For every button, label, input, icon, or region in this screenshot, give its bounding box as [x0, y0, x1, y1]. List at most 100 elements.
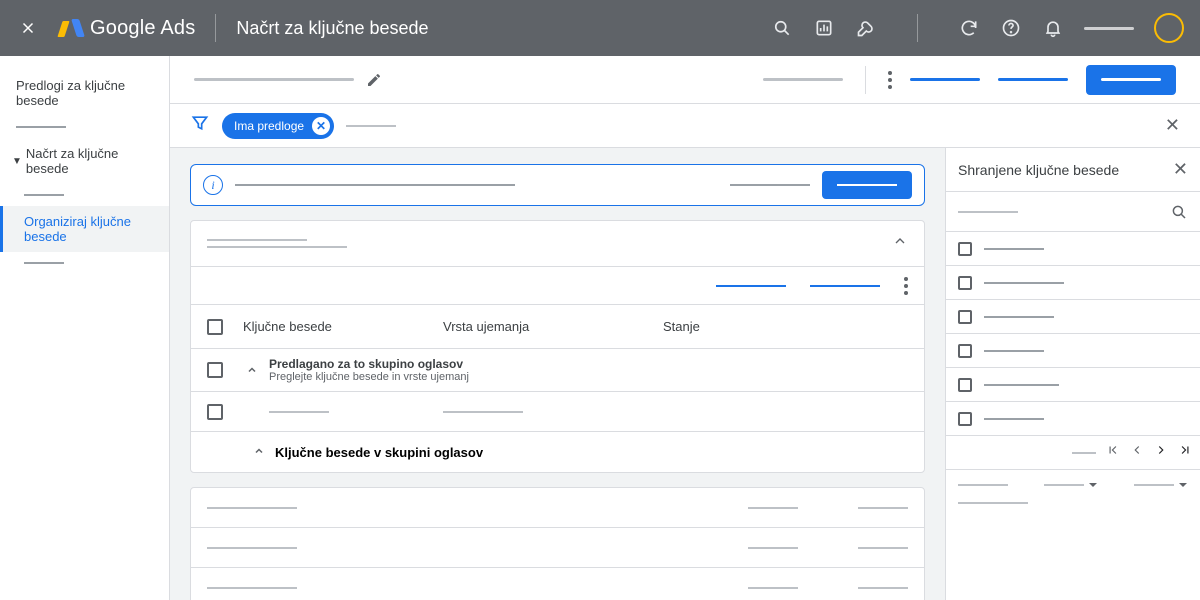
card-link[interactable]	[716, 285, 786, 287]
list-item[interactable]	[946, 334, 1200, 368]
main-area: Ima predloge ✕ ✕ i	[170, 56, 1200, 600]
checkbox[interactable]	[207, 404, 223, 420]
card-link[interactable]	[810, 285, 880, 287]
filter-chip-has-suggestions[interactable]: Ima predloge ✕	[222, 113, 334, 139]
refresh-icon[interactable]	[958, 17, 980, 39]
panel-footer	[946, 470, 1200, 514]
primary-action-button[interactable]	[1086, 65, 1176, 95]
brand-logo: Google Ads	[60, 17, 195, 40]
column-state[interactable]: Stanje	[663, 319, 908, 334]
work-area: i K	[170, 148, 945, 600]
info-banner: i	[190, 164, 925, 206]
chip-remove-icon[interactable]: ✕	[312, 117, 330, 135]
chevron-up-icon[interactable]	[253, 445, 265, 460]
dropdown[interactable]	[1044, 480, 1098, 490]
close-panel-icon[interactable]: ✕	[1173, 159, 1188, 180]
sidebar-group-plan[interactable]: ▼ Načrt za ključne besede	[0, 138, 169, 184]
account-label[interactable]	[1084, 27, 1134, 30]
notifications-icon[interactable]	[1042, 17, 1064, 39]
checkbox[interactable]	[958, 242, 972, 256]
more-menu-icon[interactable]	[904, 277, 908, 295]
card-header[interactable]	[191, 221, 924, 267]
reports-icon[interactable]	[813, 17, 835, 39]
checkbox[interactable]	[958, 310, 972, 324]
banner-text	[730, 184, 810, 186]
panel-title: Shranjene ključne besede	[958, 162, 1119, 178]
brand-text: Google Ads	[90, 17, 195, 40]
suggested-group-row[interactable]: Predlagano za to skupino oglasov Preglej…	[191, 349, 924, 392]
divider	[865, 66, 866, 94]
pagination	[946, 436, 1200, 470]
sidebar-placeholder[interactable]	[24, 262, 64, 264]
checkbox[interactable]	[958, 344, 972, 358]
card-actions	[191, 267, 924, 305]
column-match-type[interactable]: Vrsta ujemanja	[443, 319, 663, 334]
page-info	[1072, 452, 1096, 454]
top-bar: Google Ads Načrt za ključne besede	[0, 0, 1200, 56]
group-title: Predlagano za to skupino oglasov	[269, 357, 469, 371]
list-item[interactable]	[946, 368, 1200, 402]
more-menu-icon[interactable]	[888, 71, 892, 89]
close-icon[interactable]	[16, 16, 40, 40]
existing-group-row[interactable]: Ključne besede v skupini oglasov	[191, 432, 924, 472]
chevron-up-icon[interactable]	[892, 233, 908, 254]
sidebar-group-label: Načrt za ključne besede	[26, 146, 157, 176]
close-filter-icon[interactable]: ✕	[1165, 115, 1180, 136]
chip-label: Ima predloge	[234, 119, 304, 133]
ghost-row[interactable]	[191, 568, 924, 600]
divider	[917, 14, 918, 42]
table-row[interactable]	[191, 392, 924, 432]
filter-icon[interactable]	[190, 113, 210, 138]
avatar[interactable]	[1154, 13, 1184, 43]
sidebar-placeholder[interactable]	[24, 194, 64, 196]
toolbar	[170, 56, 1200, 104]
list-item[interactable]	[946, 232, 1200, 266]
first-page-icon[interactable]	[1106, 443, 1120, 462]
group-subtitle: Preglejte ključne besede in vrste ujeman…	[269, 371, 469, 383]
divider	[215, 14, 216, 42]
logo-icon	[60, 17, 82, 39]
search-icon[interactable]	[1170, 203, 1188, 221]
sidebar: Predlogi za ključne besede ▼ Načrt za kl…	[0, 56, 170, 600]
dropdown[interactable]	[1134, 480, 1188, 490]
checkbox[interactable]	[958, 276, 972, 290]
plan-name	[194, 78, 354, 81]
info-icon: i	[203, 175, 223, 195]
last-page-icon[interactable]	[1178, 443, 1192, 462]
prev-page-icon[interactable]	[1130, 443, 1144, 462]
collapsed-card	[190, 487, 925, 600]
panel-search[interactable]	[946, 192, 1200, 232]
ghost-row[interactable]	[191, 488, 924, 528]
search-icon[interactable]	[771, 17, 793, 39]
select-all-checkbox[interactable]	[207, 319, 223, 335]
toolbar-link[interactable]	[910, 78, 980, 81]
header-tools	[771, 13, 1184, 43]
checkbox[interactable]	[958, 378, 972, 392]
list-item[interactable]	[946, 266, 1200, 300]
edit-icon[interactable]	[366, 72, 382, 88]
saved-keywords-panel: Shranjene ključne besede ✕	[945, 148, 1200, 600]
list-item[interactable]	[946, 300, 1200, 334]
help-icon[interactable]	[1000, 17, 1022, 39]
toolbar-link[interactable]	[998, 78, 1068, 81]
checkbox[interactable]	[207, 362, 223, 378]
next-page-icon[interactable]	[1154, 443, 1168, 462]
ghost-row[interactable]	[191, 528, 924, 568]
sidebar-item-suggestions[interactable]: Predlogi za ključne besede	[0, 70, 169, 116]
list-item[interactable]	[946, 402, 1200, 436]
footer-label	[958, 484, 1008, 486]
sidebar-placeholder	[16, 126, 66, 128]
table-header-row: Ključne besede Vrsta ujemanja Stanje	[191, 305, 924, 349]
sidebar-item-organize[interactable]: Organiziraj ključne besede	[0, 206, 169, 252]
filter-placeholder[interactable]	[346, 125, 396, 127]
page-title: Načrt za ključne besede	[236, 18, 428, 39]
tools-icon[interactable]	[855, 17, 877, 39]
caret-down-icon: ▼	[12, 156, 22, 167]
banner-action-button[interactable]	[822, 171, 912, 199]
toolbar-placeholder	[763, 78, 843, 81]
chevron-up-icon[interactable]	[243, 364, 261, 376]
footer-label	[958, 502, 1028, 504]
checkbox[interactable]	[958, 412, 972, 426]
column-keywords[interactable]: Ključne besede	[243, 319, 443, 334]
section-title: Ključne besede v skupini oglasov	[275, 445, 483, 460]
